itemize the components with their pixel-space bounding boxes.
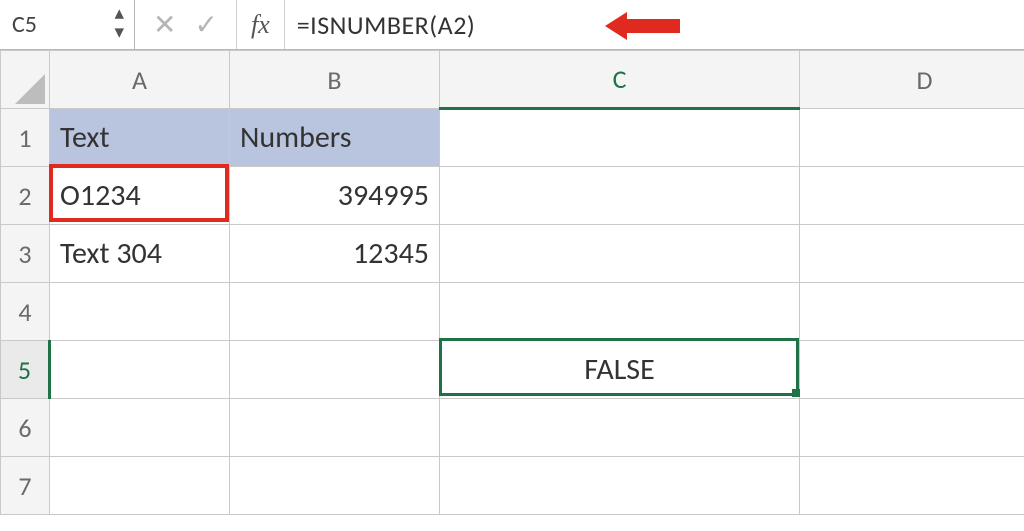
cancel-icon[interactable]: ✕: [153, 7, 176, 42]
column-header-D[interactable]: D: [800, 51, 1024, 109]
cell-D4[interactable]: [800, 283, 1024, 341]
spreadsheet-grid[interactable]: A B C D 1 Text Numbers 2 O1234 394995 3 …: [0, 50, 1024, 515]
table-row: 4: [1, 283, 1024, 341]
cell-B1[interactable]: Numbers: [230, 109, 440, 167]
table-row: 5 FALSE: [1, 341, 1024, 399]
row-header-4[interactable]: 4: [1, 283, 50, 341]
table-row: 7: [1, 457, 1024, 515]
row-header-5[interactable]: 5: [1, 341, 50, 399]
cell-B5[interactable]: [230, 341, 440, 399]
cell-D3[interactable]: [800, 225, 1024, 283]
cell-D6[interactable]: [800, 399, 1024, 457]
name-box[interactable]: C5 ▴ ▾: [0, 0, 135, 49]
select-all-corner[interactable]: [1, 51, 50, 109]
cell-A6[interactable]: [50, 399, 230, 457]
cell-A5[interactable]: [50, 341, 230, 399]
cell-A7[interactable]: [50, 457, 230, 515]
row-header-2[interactable]: 2: [1, 167, 50, 225]
cell-D2[interactable]: [800, 167, 1024, 225]
table-row: 2 O1234 394995: [1, 167, 1024, 225]
name-box-stepper[interactable]: ▴ ▾: [114, 4, 124, 42]
column-header-row: A B C D: [1, 51, 1024, 109]
callout-arrow-icon: [605, 10, 680, 42]
column-header-A[interactable]: A: [50, 51, 230, 109]
cell-D5[interactable]: [800, 341, 1024, 399]
cell-A1[interactable]: Text: [50, 109, 230, 167]
formula-bar-controls: ✕ ✓: [135, 0, 237, 49]
table-row: 1 Text Numbers: [1, 109, 1024, 167]
cell-C6[interactable]: [440, 399, 800, 457]
cell-B4[interactable]: [230, 283, 440, 341]
cell-A2[interactable]: O1234: [50, 167, 230, 225]
chevron-down-icon[interactable]: ▾: [114, 23, 124, 42]
fx-label[interactable]: fx: [237, 0, 285, 49]
cell-D1[interactable]: [800, 109, 1024, 167]
row-header-7[interactable]: 7: [1, 457, 50, 515]
formula-bar: C5 ▴ ▾ ✕ ✓ fx =ISNUMBER(A2): [0, 0, 1024, 50]
name-box-value: C5: [12, 10, 37, 39]
cell-B7[interactable]: [230, 457, 440, 515]
cell-A3[interactable]: Text 304: [50, 225, 230, 283]
cell-C3[interactable]: [440, 225, 800, 283]
cell-C1[interactable]: [440, 109, 800, 167]
cell-B6[interactable]: [230, 399, 440, 457]
row-header-3[interactable]: 3: [1, 225, 50, 283]
cell-C2[interactable]: [440, 167, 800, 225]
cell-B3[interactable]: 12345: [230, 225, 440, 283]
cell-A4[interactable]: [50, 283, 230, 341]
cell-C5[interactable]: FALSE: [440, 341, 800, 399]
row-header-1[interactable]: 1: [1, 109, 50, 167]
cell-D7[interactable]: [800, 457, 1024, 515]
cell-C7[interactable]: [440, 457, 800, 515]
row-header-6[interactable]: 6: [1, 399, 50, 457]
column-header-C[interactable]: C: [440, 51, 800, 109]
table-row: 3 Text 304 12345: [1, 225, 1024, 283]
cell-C4[interactable]: [440, 283, 800, 341]
confirm-icon[interactable]: ✓: [194, 7, 217, 42]
column-header-B[interactable]: B: [230, 51, 440, 109]
cell-B2[interactable]: 394995: [230, 167, 440, 225]
table-row: 6: [1, 399, 1024, 457]
